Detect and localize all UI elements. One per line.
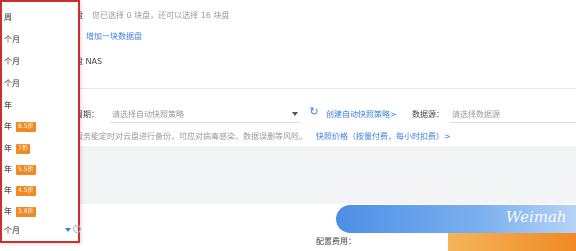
discount-badge: 5.5折: [16, 165, 36, 175]
data-source-select[interactable]: 请选择数据源: [452, 109, 500, 120]
section-divider: [60, 88, 576, 89]
policy-select[interactable]: 请选择自动快照策略: [112, 109, 184, 120]
duration-dropdown[interactable]: 周 个月 个月 个月 年 年 8.5折 年 7折 年 5.5折 年 4.5折 年 3.8折…: [0, 0, 81, 243]
content-background: [0, 146, 576, 204]
discount-badge: 3.8折: [16, 207, 36, 217]
dropdown-option[interactable]: 年: [4, 99, 12, 113]
config-fee-label: 配置费用：: [316, 237, 356, 246]
dropdown-option[interactable]: 年 7折: [4, 142, 30, 156]
create-policy-link[interactable]: 创建自动快照策略>: [326, 109, 397, 120]
disk-hint: 您已选择 0 块盘，还可以选择 16 块盘: [92, 11, 230, 20]
watermark-accent: [448, 233, 576, 251]
data-source-label: 数据源：: [412, 110, 444, 119]
chevron-down-icon[interactable]: [292, 112, 298, 116]
watermark-text: Weimah: [506, 208, 567, 226]
chevron-down-icon[interactable]: [65, 228, 71, 232]
refresh-icon[interactable]: ↻: [308, 106, 320, 118]
dropdown-option[interactable]: 年 3.8折: [4, 205, 36, 219]
snapshot-price-link[interactable]: 快照价格（按量付费，每小时扣费）>: [316, 131, 451, 142]
data-source-underline: [450, 122, 576, 123]
dropdown-option[interactable]: 个月: [4, 55, 20, 69]
dropdown-option[interactable]: 周: [4, 11, 12, 25]
help-icon[interactable]: ?: [73, 225, 81, 233]
policy-select-underline: [110, 122, 300, 123]
discount-badge: 8.5折: [16, 122, 36, 132]
dropdown-selected-value[interactable]: 个月: [4, 224, 20, 238]
dropdown-option[interactable]: 个月: [4, 33, 20, 47]
dropdown-option[interactable]: 年 4.5折: [4, 184, 36, 198]
dropdown-option[interactable]: 年 8.5折: [4, 120, 36, 134]
add-disk-link[interactable]: 增加一块数据盘: [86, 31, 142, 42]
discount-badge: 7折: [16, 144, 30, 154]
discount-badge: 4.5折: [16, 186, 36, 196]
dropdown-option[interactable]: 个月: [4, 77, 20, 91]
dropdown-option[interactable]: 年 5.5折: [4, 163, 36, 177]
snapshot-description: 照服务能定时对云盘进行备份，可应对病毒感染、数据误删等风险。: [67, 132, 307, 141]
